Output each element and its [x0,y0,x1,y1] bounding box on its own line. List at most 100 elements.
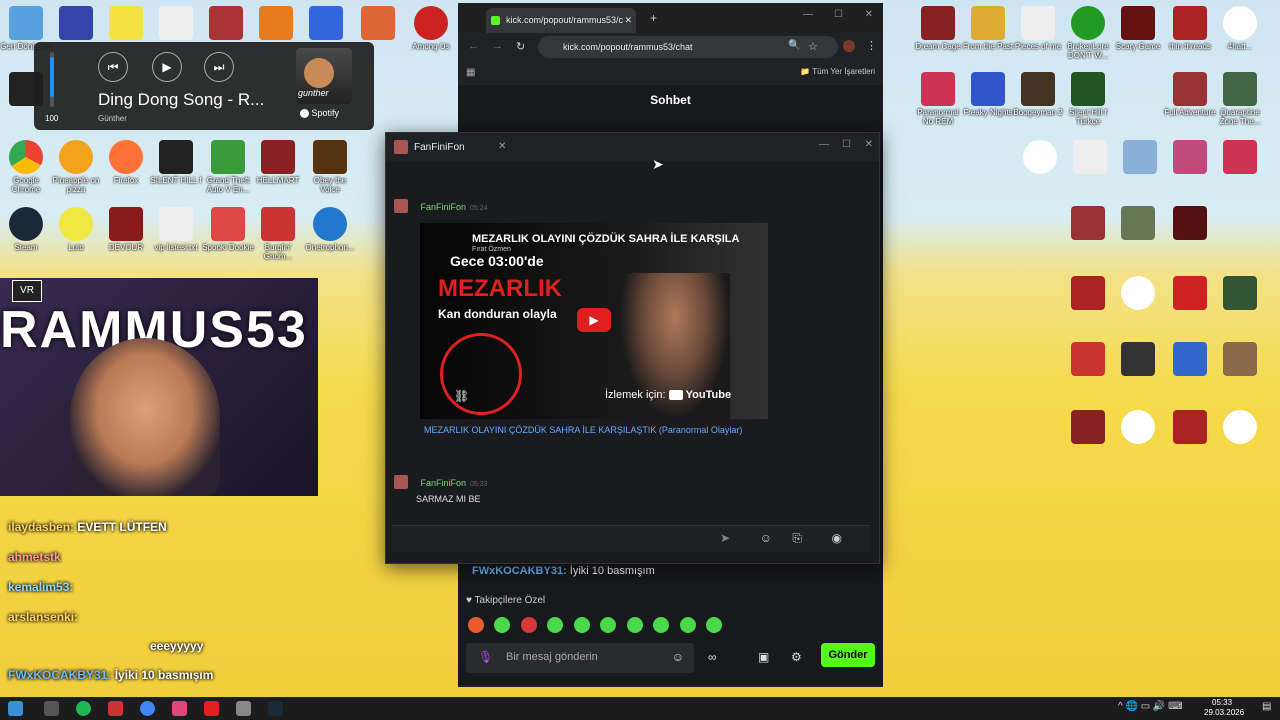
emote-icon[interactable] [600,617,617,633]
spotify-taskbar-icon[interactable] [76,701,91,716]
onetrophon-icon[interactable]: Onetrophon... [304,207,356,252]
paranormal-icon[interactable]: Paranormal No REM [912,72,964,126]
obey-voice-icon[interactable]: Obey the Voice [304,140,356,194]
boogeyman-icon[interactable]: Boogeyman 2 [1012,72,1064,117]
dream-cage-icon[interactable]: Dream Cage [912,6,964,51]
luto-icon[interactable]: Luto [50,207,102,252]
desktop-icon[interactable] [1164,342,1216,378]
chrome-taskbar-icon[interactable] [140,701,155,716]
taskbar-app-icon[interactable] [108,701,123,716]
forward-icon[interactable]: → [492,40,503,52]
desktop-icon[interactable] [50,6,102,42]
desktop-icon[interactable] [1014,140,1066,176]
devour-icon[interactable]: DEVOUR [100,207,152,252]
mic-icon[interactable]: ◉ [832,531,842,545]
desktop-icon[interactable] [1114,140,1166,176]
emote-icon[interactable] [547,617,564,633]
thin-threads-icon[interactable]: thin threads [1164,6,1216,51]
desktop-icon[interactable] [1164,276,1216,312]
windows-start-icon[interactable] [8,701,23,716]
apps-icon[interactable]: ▦ [466,67,475,78]
taskbar-app-icon[interactable] [172,701,187,716]
youtube-taskbar-icon[interactable] [204,701,219,716]
media-file-icon[interactable]: 4hatt... [1214,6,1266,51]
steam-taskbar-icon[interactable] [268,701,283,716]
video-embed[interactable]: MEZARLIK OLAYINI ÇÖZDÜK SAHRA İLE KARŞIL… [420,223,768,419]
video-link[interactable]: MEZARLIK OLAYINI ÇÖZDÜK SAHRA İLE KARŞIL… [424,425,744,435]
desktop-icon[interactable] [1112,342,1164,378]
popup-input[interactable]: ➤ ☺ ⎘ ◉ [392,525,870,552]
emote-icon[interactable] [626,617,643,633]
chrome-icon[interactable]: Google Chrome [0,140,52,194]
pieces-of-me-icon[interactable]: Pieces of me [1012,6,1064,51]
silent-hill-tr-icon[interactable]: Silent Hill f Türkçe [1062,72,1114,126]
maximize-icon[interactable]: ☐ [834,9,843,20]
desktop-icon[interactable] [1164,140,1216,176]
watch-on-youtube[interactable]: İzlemek için: YouTube [605,389,731,401]
next-track-button[interactable]: ⏭ [204,52,234,82]
emote-icon[interactable] [653,617,670,633]
previous-track-button[interactable]: ⏮ [98,52,128,82]
emote-icon[interactable] [494,617,511,633]
desktop-icon[interactable] [1164,410,1216,446]
zoom-icon[interactable]: 🔍 [788,40,800,51]
desktop-icon[interactable] [1064,140,1116,176]
volume-slider[interactable]: 100 [42,52,62,123]
emote-icon[interactable] [520,617,537,633]
send-icon[interactable]: ➤ [720,531,730,545]
among-us-icon[interactable]: Among Us [405,6,457,51]
reload-icon[interactable]: ↻ [516,40,525,53]
pineapple-pizza-icon[interactable]: Pineapple on pizza [50,140,102,194]
close-icon[interactable]: ✕ [865,139,873,150]
desktop-icon[interactable] [1214,342,1266,378]
desktop-icon[interactable] [300,6,352,42]
emote-icon[interactable] [706,617,723,633]
close-tab-icon[interactable]: ✕ [498,141,506,152]
silent-hill-icon[interactable]: SILENT HILL f [150,140,202,185]
desktop-icon[interactable] [1112,206,1164,242]
store-icon[interactable]: ▣ [758,650,769,664]
play-icon[interactable]: ▶ [577,308,611,332]
minimize-icon[interactable]: — [803,9,813,20]
link-icon[interactable]: ⛓ [454,389,469,403]
desktop-icon[interactable] [1214,276,1266,312]
quarantine-zone-icon[interactable]: Quarantine Zone The... [1214,72,1266,126]
freaky-nights-icon[interactable]: Freaky Nights [962,72,1014,117]
new-tab-button[interactable]: + [650,11,657,25]
desktop-icon[interactable] [250,6,302,42]
scary-game-icon[interactable]: Scary Game [1112,6,1164,51]
notification-icon[interactable]: ▤ [1262,701,1271,712]
firefox-icon[interactable]: Firefox [100,140,152,185]
desktop-icon[interactable] [150,6,202,42]
gta-icon[interactable]: Grand Theft Auto V En... [202,140,254,194]
clock-time[interactable]: 05:33 [1212,698,1232,707]
taskbar-app-icon[interactable] [44,701,59,716]
emoji-icon[interactable]: ☺ [760,531,772,545]
minimize-icon[interactable]: — [819,139,829,150]
mic-icon[interactable]: 🎙 [478,650,493,664]
clock-date[interactable]: 29.03.2026 [1204,708,1244,717]
desktop-icon[interactable] [1112,276,1164,312]
system-tray-icons[interactable]: ^ 🌐 ▭ 🔊 ⌨ [1118,701,1183,712]
desktop-icon[interactable] [1214,140,1266,176]
text-file-icon[interactable]: vip listesi.txt [150,207,202,252]
brokenlore-icon[interactable]: BrokenLore DON'T W... [1062,6,1114,60]
desktop-icon[interactable] [100,6,152,42]
emote-icon[interactable] [468,617,484,633]
chat-input-box[interactable]: 🎙 Bir mesaj gönderin ☺ [466,643,694,673]
bookmark-star-icon[interactable]: ☆ [808,40,818,53]
attach-icon[interactable]: ⎘ [792,531,802,546]
back-icon[interactable]: ← [468,40,479,52]
users-icon[interactable]: ∞ [708,650,717,664]
close-icon[interactable]: ✕ [865,9,873,20]
menu-icon[interactable]: ⋮ [866,39,877,52]
full-adventure-icon[interactable]: Full Adventure [1164,72,1216,117]
steam-icon[interactable]: Steam [0,207,52,252]
browser-tab[interactable]: kick.com/popout/rammus53/c ✕ [486,8,636,33]
desktop-icon[interactable] [1112,410,1164,446]
desktop-icon[interactable] [1214,410,1266,446]
desktop-icon[interactable] [1062,276,1114,312]
hellmart-icon[interactable]: HELLMART [252,140,304,185]
desktop-icon[interactable] [1062,410,1114,446]
desktop-icon[interactable] [1062,342,1114,378]
